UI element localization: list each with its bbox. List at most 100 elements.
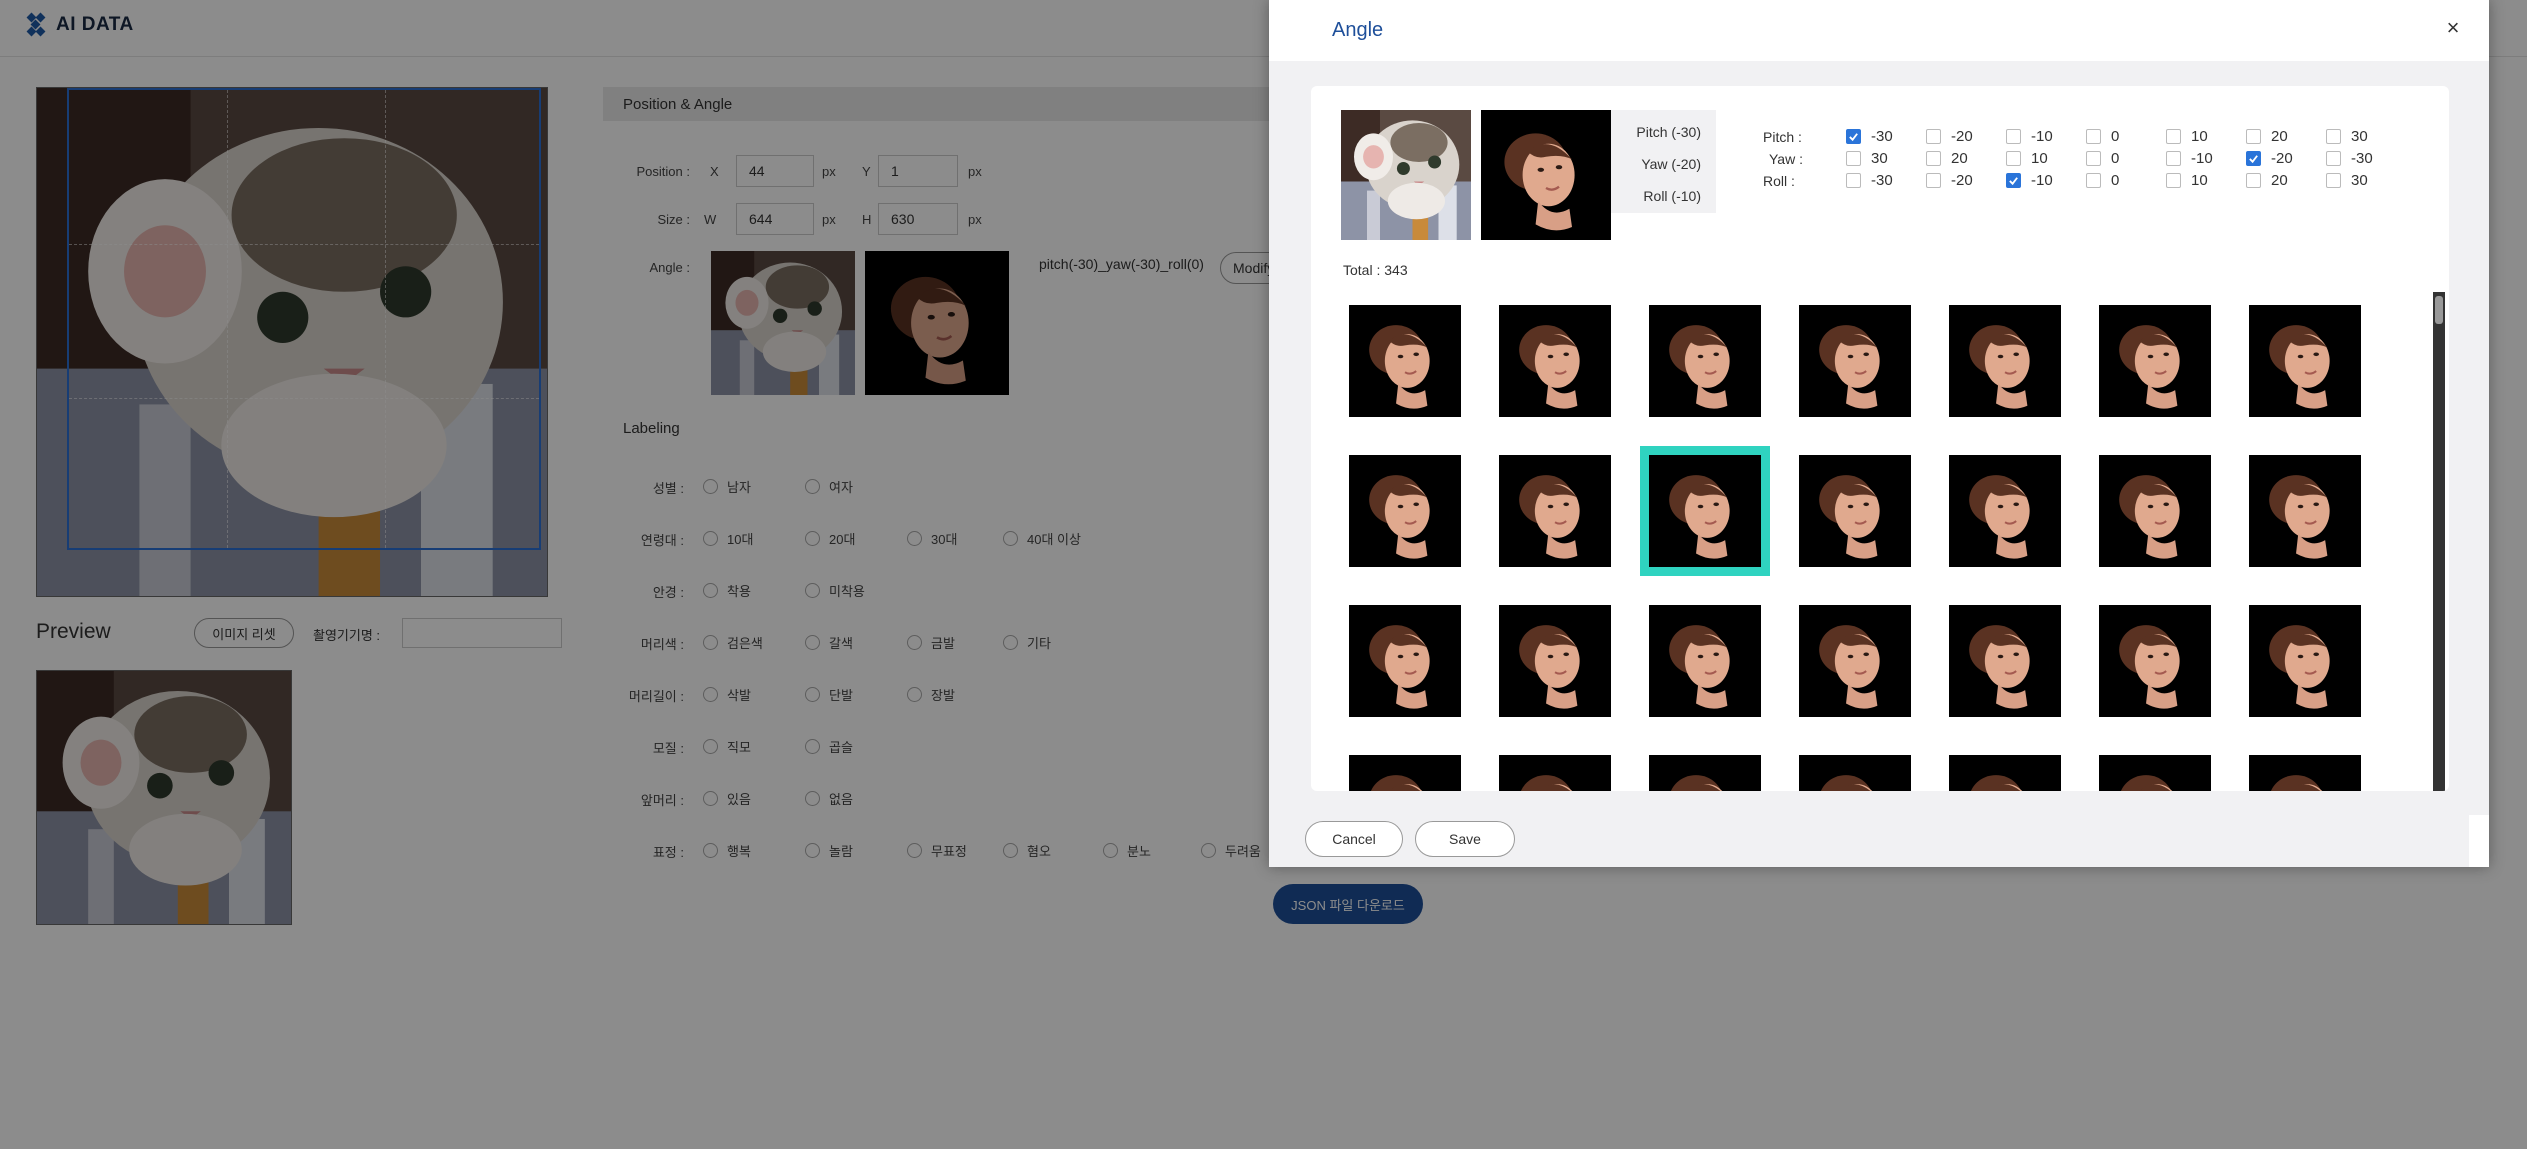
- angle-result-thumb[interactable]: [1799, 305, 1911, 417]
- filter-checkbox[interactable]: 20: [2246, 128, 2288, 145]
- checkbox-label: 30: [2351, 172, 2368, 189]
- filter-checkbox[interactable]: -30: [1846, 172, 1893, 189]
- cancel-button[interactable]: Cancel: [1305, 821, 1403, 857]
- grid-scrollbar-thumb[interactable]: [2435, 296, 2443, 324]
- face-image: [2249, 455, 2361, 567]
- face-image: [1799, 755, 1911, 791]
- angle-result-thumb[interactable]: [1799, 755, 1911, 791]
- filter-checkbox[interactable]: 10: [2166, 128, 2208, 145]
- checkbox-label: -30: [1871, 128, 1893, 145]
- checkbox[interactable]: [1926, 151, 1941, 166]
- filter-checkbox[interactable]: 10: [2006, 150, 2048, 167]
- checkbox-label: -10: [2031, 128, 2053, 145]
- angle-result-thumb[interactable]: [2249, 605, 2361, 717]
- checkbox[interactable]: [2006, 129, 2021, 144]
- angle-result-thumb[interactable]: [2249, 305, 2361, 417]
- filter-checkbox[interactable]: -30: [2326, 150, 2373, 167]
- checkbox[interactable]: [2326, 151, 2341, 166]
- filter-checkbox[interactable]: -10: [2006, 128, 2053, 145]
- face-image: [2099, 605, 2211, 717]
- angle-result-thumb[interactable]: [1649, 305, 1761, 417]
- filter-checkbox[interactable]: -20: [1926, 128, 1973, 145]
- face-image: [1949, 755, 2061, 791]
- angle-result-thumb[interactable]: [2099, 755, 2211, 791]
- angle-result-thumb[interactable]: [2099, 605, 2211, 717]
- angle-result-thumb[interactable]: [1949, 455, 2061, 567]
- checkbox[interactable]: [2166, 173, 2181, 188]
- checkbox[interactable]: [2246, 151, 2261, 166]
- checkbox[interactable]: [1926, 173, 1941, 188]
- angle-result-thumb[interactable]: [2249, 755, 2361, 791]
- selected-face-thumb: [1481, 110, 1611, 240]
- checkbox-label: -30: [2351, 150, 2373, 167]
- close-icon[interactable]: ×: [2439, 14, 2467, 42]
- angle-result-thumb[interactable]: [1349, 305, 1461, 417]
- filter-checkbox[interactable]: -10: [2166, 150, 2213, 167]
- angle-result-thumb[interactable]: [1499, 305, 1611, 417]
- filter-checkbox[interactable]: 0: [2086, 128, 2119, 145]
- filter-checkbox[interactable]: -20: [2246, 150, 2293, 167]
- checkbox-label: 10: [2031, 150, 2048, 167]
- checkbox-label: 10: [2191, 128, 2208, 145]
- checkbox[interactable]: [2166, 129, 2181, 144]
- angle-result-thumb[interactable]: [1649, 605, 1761, 717]
- face-image: [1649, 605, 1761, 717]
- checkbox[interactable]: [1926, 129, 1941, 144]
- checkbox-label: 20: [2271, 128, 2288, 145]
- filter-checkbox[interactable]: 30: [2326, 128, 2368, 145]
- selected-yaw: Yaw (-20): [1641, 156, 1701, 172]
- filter-checkbox[interactable]: 30: [1846, 150, 1888, 167]
- angle-result-thumb[interactable]: [2099, 305, 2211, 417]
- checkbox[interactable]: [1846, 129, 1861, 144]
- check-icon: [1849, 133, 1858, 142]
- checkbox[interactable]: [1846, 173, 1861, 188]
- angle-result-grid: [1341, 296, 2371, 791]
- face-image: [1349, 755, 1461, 791]
- filter-checkbox[interactable]: 0: [2086, 172, 2119, 189]
- filter-checkbox[interactable]: -30: [1846, 128, 1893, 145]
- save-button[interactable]: Save: [1415, 821, 1515, 857]
- filter-checkbox[interactable]: 10: [2166, 172, 2208, 189]
- checkbox[interactable]: [2006, 173, 2021, 188]
- angle-result-thumb[interactable]: [1640, 446, 1770, 576]
- checkbox-label: 20: [1951, 150, 1968, 167]
- angle-result-thumb[interactable]: [1949, 605, 2061, 717]
- checkbox[interactable]: [2246, 129, 2261, 144]
- angle-result-thumb[interactable]: [1499, 755, 1611, 791]
- face-image: [1649, 455, 1761, 567]
- face-image: [1499, 305, 1611, 417]
- angle-result-thumb[interactable]: [1649, 755, 1761, 791]
- angle-result-thumb[interactable]: [1349, 755, 1461, 791]
- filter-checkbox[interactable]: 0: [2086, 150, 2119, 167]
- angle-result-thumb[interactable]: [2099, 455, 2211, 567]
- angle-result-thumb[interactable]: [1799, 455, 1911, 567]
- angle-result-thumb[interactable]: [1349, 605, 1461, 717]
- filter-checkbox[interactable]: 30: [2326, 172, 2368, 189]
- checkbox[interactable]: [2326, 129, 2341, 144]
- filter-checkbox[interactable]: -20: [1926, 172, 1973, 189]
- angle-result-thumb[interactable]: [2249, 455, 2361, 567]
- angle-result-thumb[interactable]: [1799, 605, 1911, 717]
- grid-scrollbar[interactable]: [2433, 292, 2445, 791]
- checkbox[interactable]: [2086, 129, 2101, 144]
- angle-result-thumb[interactable]: [1949, 755, 2061, 791]
- angle-result-thumb[interactable]: [1349, 455, 1461, 567]
- checkbox[interactable]: [2086, 151, 2101, 166]
- modal-footer: Cancel Save: [1269, 815, 2489, 867]
- filter-checkbox[interactable]: 20: [2246, 172, 2288, 189]
- checkbox[interactable]: [2006, 151, 2021, 166]
- checkbox[interactable]: [2326, 173, 2341, 188]
- face-image: [1349, 455, 1461, 567]
- filter-checkbox[interactable]: 20: [1926, 150, 1968, 167]
- checkbox[interactable]: [2166, 151, 2181, 166]
- angle-result-thumb[interactable]: [1949, 305, 2061, 417]
- face-image: [1949, 305, 2061, 417]
- checkbox[interactable]: [2086, 173, 2101, 188]
- checkbox-label: 30: [1871, 150, 1888, 167]
- checkbox[interactable]: [2246, 173, 2261, 188]
- angle-result-thumb[interactable]: [1499, 605, 1611, 717]
- face-image: [1499, 755, 1611, 791]
- checkbox[interactable]: [1846, 151, 1861, 166]
- angle-result-thumb[interactable]: [1499, 455, 1611, 567]
- filter-checkbox[interactable]: -10: [2006, 172, 2053, 189]
